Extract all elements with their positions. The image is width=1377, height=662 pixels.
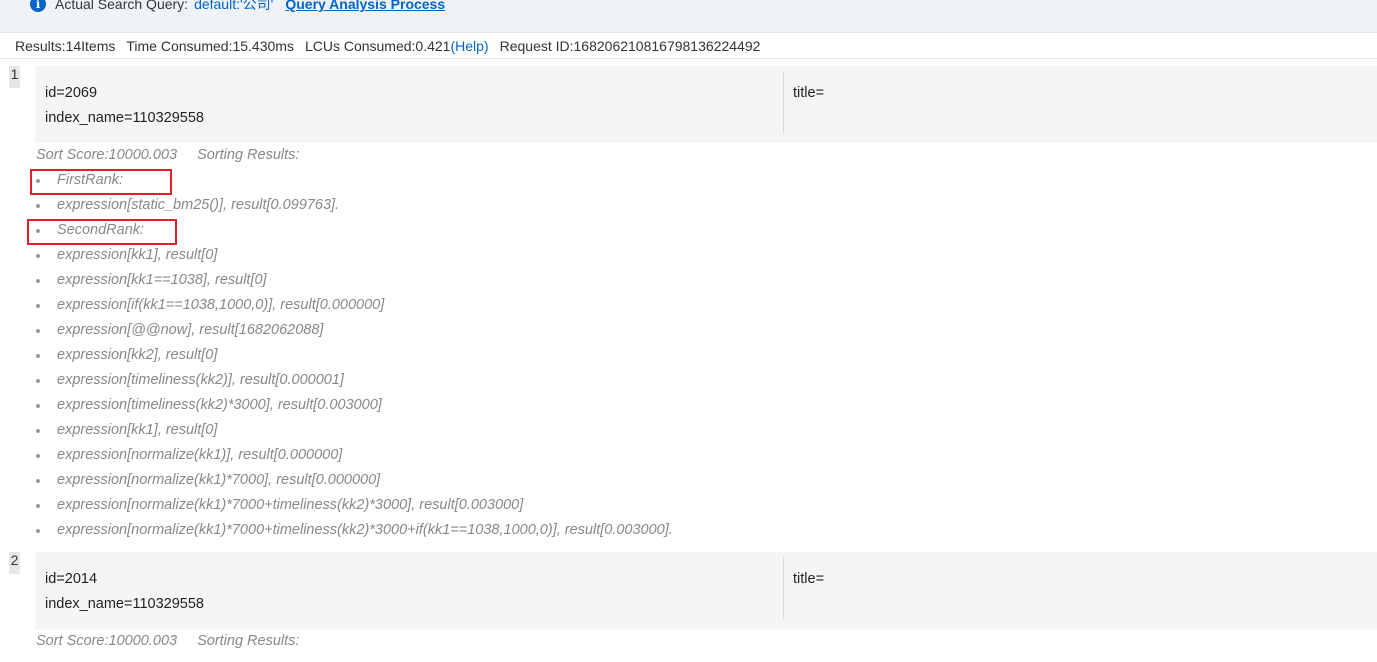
- sort-score: Sort Score:10000.003: [36, 147, 178, 163]
- results-count: Results:14Items: [15, 38, 116, 54]
- search-stats: Results:14Items Time Consumed:15.430ms L…: [15, 37, 760, 55]
- query-label: Actual Search Query:: [55, 0, 189, 12]
- list-item: expression[timeliness(kk2)], result[0.00…: [0, 368, 673, 393]
- list-item: expression[normalize(kk1)*7000], result[…: [0, 468, 673, 493]
- list-item: expression[timeliness(kk2)*3000], result…: [0, 393, 673, 418]
- sort-score-line: Sort Score:10000.003 Sorting Results:: [36, 633, 299, 649]
- list-item: expression[normalize(kk1)*7000+timelines…: [0, 493, 673, 518]
- sort-score-line: Sort Score:10000.003 Sorting Results:: [36, 147, 299, 163]
- request-id: Request ID:168206210816798136224492: [499, 38, 761, 54]
- result-card: id=2069 index_name=110329558 title=: [35, 66, 1377, 143]
- result-title: title=: [793, 571, 825, 587]
- sorting-results-label: Sorting Results:: [197, 633, 300, 649]
- result-fields: id=2069 index_name=110329558: [45, 81, 204, 131]
- list-item: expression[kk2], result[0]: [0, 343, 673, 368]
- list-item: FirstRank:: [0, 168, 673, 195]
- result-index-name: index_name=110329558: [45, 110, 204, 126]
- query-info-bar: i Actual Search Query: default:'公司' Quer…: [0, 0, 1377, 33]
- sort-score: Sort Score:10000.003: [36, 633, 178, 649]
- column-divider: [783, 557, 784, 619]
- result-title: title=: [793, 85, 825, 101]
- rank-list: FirstRank: expression[static_bm25()], re…: [0, 168, 673, 543]
- result-id: id=2014: [45, 571, 98, 587]
- list-item: expression[kk1], result[0]: [0, 243, 673, 268]
- column-divider: [783, 71, 784, 133]
- result-index: 2: [9, 552, 20, 574]
- list-item: SecondRank:: [0, 218, 673, 245]
- help-link[interactable]: (Help): [450, 38, 488, 54]
- result-fields: id=2014 index_name=110329558: [45, 567, 204, 617]
- lcu-consumed: LCUs Consumed:0.421: [304, 38, 451, 54]
- list-item: expression[kk1==1038], result[0]: [0, 268, 673, 293]
- info-icon: i: [30, 0, 46, 12]
- list-item: expression[if(kk1==1038,1000,0)], result…: [0, 293, 673, 318]
- sorting-results-label: Sorting Results:: [197, 147, 300, 163]
- query-analysis-link[interactable]: Query Analysis Process: [285, 0, 445, 12]
- result-card: id=2014 index_name=110329558 title=: [35, 552, 1377, 629]
- time-consumed: Time Consumed:15.430ms: [126, 38, 294, 54]
- list-item: expression[@@now], result[1682062088]: [0, 318, 673, 343]
- list-item: expression[kk1], result[0]: [0, 418, 673, 443]
- query-value: default:'公司': [194, 0, 274, 12]
- result-index-name: index_name=110329558: [45, 596, 204, 612]
- list-item: expression[normalize(kk1)*7000+timelines…: [0, 518, 673, 543]
- list-item: expression[normalize(kk1)], result[0.000…: [0, 443, 673, 468]
- result-id: id=2069: [45, 85, 98, 101]
- query-info: i Actual Search Query: default:'公司' Quer…: [30, 0, 445, 14]
- divider: [0, 58, 1377, 59]
- list-item: expression[static_bm25()], result[0.0997…: [0, 193, 673, 218]
- result-index: 1: [9, 66, 20, 88]
